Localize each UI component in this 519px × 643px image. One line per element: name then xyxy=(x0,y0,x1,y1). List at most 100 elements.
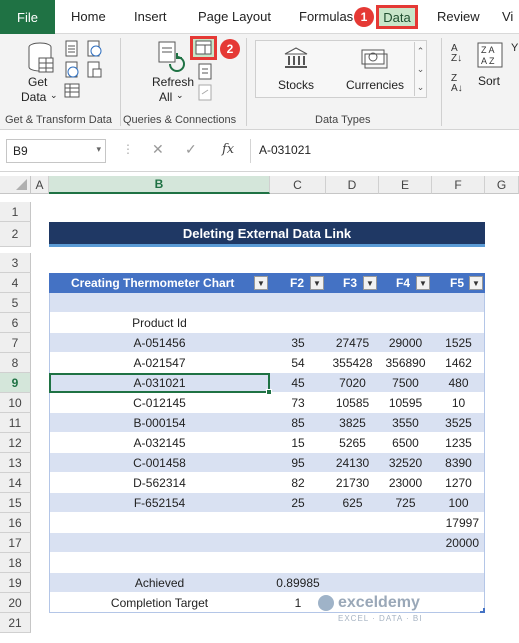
filter-dropdown-icon[interactable]: ▼ xyxy=(310,276,324,290)
table-header-f5[interactable]: F5 xyxy=(450,273,464,293)
cell-f4[interactable]: 23000 xyxy=(379,473,432,493)
cell-f2[interactable]: 25 xyxy=(270,493,326,513)
tab-review[interactable]: Review xyxy=(437,9,480,24)
sort-label[interactable]: Sort xyxy=(478,74,500,88)
row-header[interactable]: 1 xyxy=(0,202,31,222)
col-header-a[interactable]: A xyxy=(31,176,49,194)
cell-f5[interactable]: 8390 xyxy=(432,453,485,473)
recent-sources-icon[interactable] xyxy=(86,40,102,58)
sort-icon[interactable]: Z A A Z xyxy=(477,42,503,68)
cell-f4[interactable]: 356890 xyxy=(379,353,432,373)
cell-f2[interactable]: 15 xyxy=(270,433,326,453)
cell-f2[interactable]: 54 xyxy=(270,353,326,373)
row-header[interactable]: 17 xyxy=(0,533,31,553)
text-csv-icon[interactable] xyxy=(64,40,80,58)
existing-connections-icon[interactable] xyxy=(86,61,102,79)
from-table-icon[interactable] xyxy=(64,82,80,100)
cell-f3[interactable]: 625 xyxy=(326,493,379,513)
cell-f3[interactable]: 21730 xyxy=(326,473,379,493)
cell-total[interactable]: 20000 xyxy=(432,533,485,553)
fill-handle[interactable] xyxy=(266,389,272,395)
queries-connections-button[interactable] xyxy=(190,36,217,60)
select-all-corner[interactable] xyxy=(0,176,31,194)
database-icon[interactable] xyxy=(26,42,54,74)
edit-links-icon[interactable] xyxy=(197,84,213,102)
col-header-b[interactable]: B xyxy=(49,176,270,194)
row-header[interactable]: 3 xyxy=(0,253,31,273)
cell-product[interactable]: B-000154 xyxy=(49,413,270,433)
refresh-all-icon[interactable] xyxy=(156,40,186,72)
tab-file[interactable]: File xyxy=(0,0,55,34)
table-header-f4[interactable]: F4 xyxy=(396,273,410,293)
cell-f3[interactable]: 7020 xyxy=(326,373,379,393)
cell-f5[interactable]: 100 xyxy=(432,493,485,513)
cell-f2[interactable]: 35 xyxy=(270,333,326,353)
refresh-label[interactable]: Refresh xyxy=(152,75,194,89)
chevron-down-icon[interactable]: ⌄ xyxy=(176,90,184,101)
row-header[interactable]: 8 xyxy=(0,353,31,373)
cell-f2[interactable]: 82 xyxy=(270,473,326,493)
cell-f2[interactable]: 95 xyxy=(270,453,326,473)
row-header[interactable]: 6 xyxy=(0,313,31,333)
sort-az-icon[interactable]: A Z↓ xyxy=(451,44,462,64)
cell-f3[interactable]: 3825 xyxy=(326,413,379,433)
cell-f5[interactable]: 480 xyxy=(432,373,485,393)
tab-page-layout[interactable]: Page Layout xyxy=(198,9,271,24)
row-header[interactable]: 13 xyxy=(0,453,31,473)
sort-za-icon[interactable]: Z A↓ xyxy=(451,74,463,94)
cell-f5[interactable]: 1462 xyxy=(432,353,485,373)
cell-f2[interactable]: 45 xyxy=(270,373,326,393)
get-data-label-2[interactable]: Data xyxy=(21,90,46,104)
row-header[interactable]: 7 xyxy=(0,333,31,353)
cell-product[interactable]: D-562314 xyxy=(49,473,270,493)
cell-product[interactable]: A-032145 xyxy=(49,433,270,453)
col-header-f[interactable]: F xyxy=(432,176,485,194)
col-header-g[interactable]: G xyxy=(485,176,519,194)
cell-f4[interactable]: 29000 xyxy=(379,333,432,353)
cell-f3[interactable]: 5265 xyxy=(326,433,379,453)
cell-product[interactable]: A-021547 xyxy=(49,353,270,373)
cell-product-id-label[interactable]: Product Id xyxy=(49,313,270,333)
row-header[interactable]: 20 xyxy=(0,593,31,613)
row-header[interactable]: 19 xyxy=(0,573,31,593)
filter-dropdown-icon[interactable]: ▼ xyxy=(254,276,268,290)
name-box[interactable]: B9 ▾ xyxy=(6,139,106,163)
row-header[interactable]: 15 xyxy=(0,493,31,513)
get-data-label[interactable]: Get xyxy=(28,75,47,89)
formula-input[interactable]: A-031021 xyxy=(250,139,515,163)
cell-f4[interactable]: 6500 xyxy=(379,433,432,453)
properties-icon[interactable] xyxy=(197,63,213,81)
cell-f3[interactable]: 27475 xyxy=(326,333,379,353)
filter-dropdown-icon[interactable]: ▼ xyxy=(363,276,377,290)
currencies-icon[interactable] xyxy=(360,46,388,70)
row-header[interactable]: 4 xyxy=(0,273,31,293)
cell-f5[interactable]: 10 xyxy=(432,393,485,413)
row-header[interactable]: 5 xyxy=(0,293,31,313)
col-header-d[interactable]: D xyxy=(326,176,379,194)
cell-f5[interactable]: 1235 xyxy=(432,433,485,453)
cell-f4[interactable]: 7500 xyxy=(379,373,432,393)
gallery-scroll[interactable]: ⌃ ⌄ ⌄ xyxy=(414,42,426,96)
stocks-icon[interactable] xyxy=(283,46,309,70)
cell-achieved-label[interactable]: Achieved xyxy=(49,573,270,593)
row-header[interactable]: 14 xyxy=(0,473,31,493)
sheet-title[interactable]: Deleting External Data Link xyxy=(49,222,485,244)
row-header[interactable]: 12 xyxy=(0,433,31,453)
tab-view[interactable]: Vi xyxy=(502,9,513,24)
cell-f5[interactable]: 1525 xyxy=(432,333,485,353)
row-header[interactable]: 10 xyxy=(0,393,31,413)
cell-f3[interactable]: 10585 xyxy=(326,393,379,413)
row-header[interactable]: 9 xyxy=(0,373,31,393)
stocks-label[interactable]: Stocks xyxy=(278,78,314,92)
tab-formulas[interactable]: Formulas xyxy=(299,9,353,24)
cell-f4[interactable]: 10595 xyxy=(379,393,432,413)
cell-f5[interactable]: 1270 xyxy=(432,473,485,493)
row-header[interactable]: 21 xyxy=(0,613,31,633)
cell-f3[interactable]: 355428 xyxy=(326,353,379,373)
filter-icon-partial[interactable]: Y xyxy=(511,42,518,54)
chevron-down-icon[interactable]: ⌄ xyxy=(50,90,58,101)
cell-achieved-value[interactable]: 0.89985 xyxy=(270,573,326,593)
cell-f2[interactable]: 73 xyxy=(270,393,326,413)
row-header[interactable]: 18 xyxy=(0,553,31,573)
table-header-f3[interactable]: F3 xyxy=(343,273,357,293)
